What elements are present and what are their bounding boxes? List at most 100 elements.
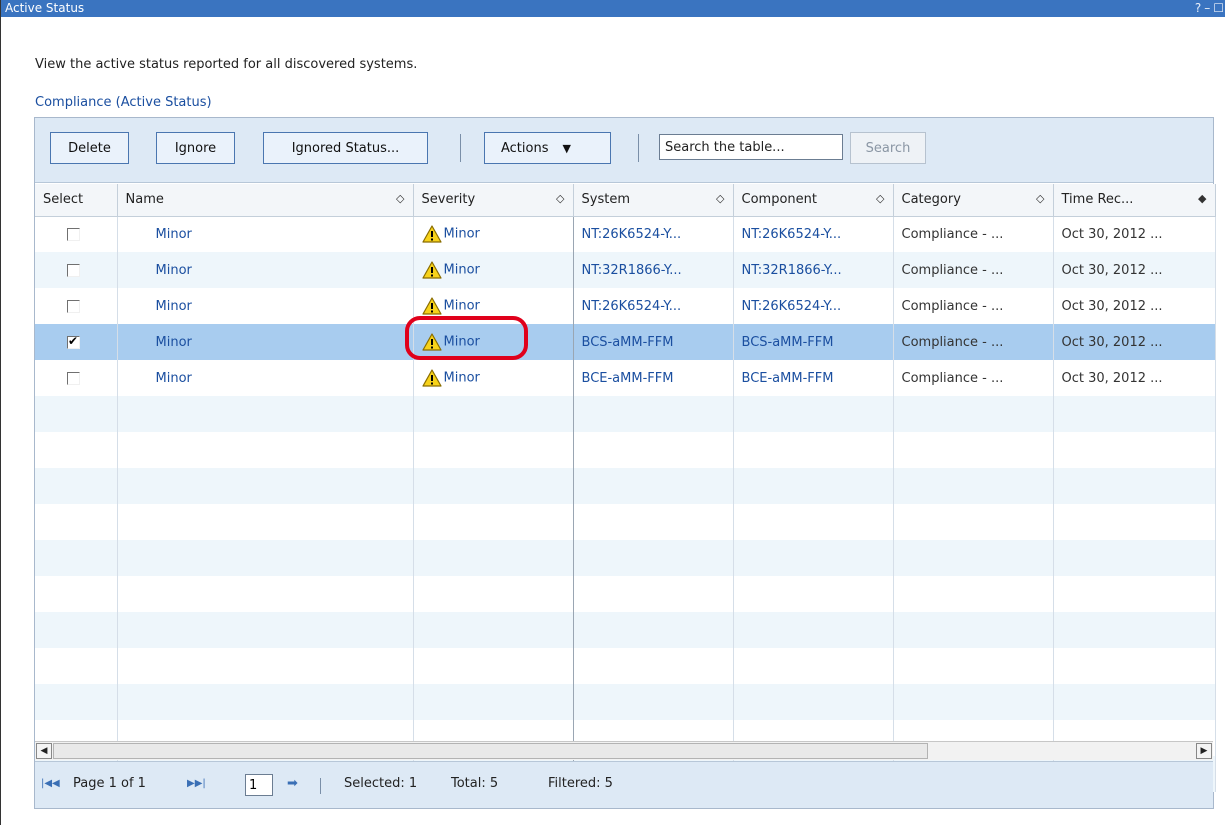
warning-triangle-icon: [421, 225, 442, 243]
column-header-system[interactable]: System ◇: [573, 184, 734, 217]
page-number-input[interactable]: [245, 774, 273, 796]
column-header-name[interactable]: Name ◇: [117, 184, 414, 217]
empty-cell: [413, 468, 574, 504]
empty-cell: [35, 396, 118, 432]
category-cell: Compliance - ...: [893, 324, 1054, 360]
component-cell[interactable]: BCS-aMM-FFM: [733, 324, 894, 360]
row-checkbox[interactable]: [67, 371, 80, 385]
empty-cell: [1053, 576, 1216, 612]
empty-cell: [893, 396, 1054, 432]
empty-cell: [733, 612, 894, 648]
maximize-icon[interactable]: ☐: [1213, 0, 1224, 17]
component-cell[interactable]: NT:26K6524-Y...: [733, 288, 894, 324]
severity-label[interactable]: Minor: [444, 299, 480, 314]
status-table-panel: Delete Ignore Ignored Status... Actions …: [34, 117, 1216, 809]
sort-arrows-icon[interactable]: ◆: [1198, 192, 1206, 205]
window-titlebar: Active Status ? – ☐: [1, 0, 1225, 17]
empty-cell: [413, 576, 574, 612]
search-input[interactable]: [659, 134, 843, 160]
select-cell: [35, 288, 118, 324]
column-header-select[interactable]: Select: [35, 184, 118, 217]
empty-cell: [413, 396, 574, 432]
empty-cell: [893, 504, 1054, 540]
column-header-time-received[interactable]: Time Rec... ◆: [1053, 184, 1216, 217]
row-checkbox[interactable]: [67, 263, 80, 277]
table-row[interactable]: Minor Minor NT:26K6524-Y... NT:26K6524-Y...…: [35, 288, 1216, 324]
component-cell[interactable]: NT:26K6524-Y...: [733, 216, 894, 252]
empty-cell: [733, 576, 894, 612]
ignored-status-button[interactable]: Ignored Status...: [263, 132, 428, 164]
go-to-page-icon[interactable]: ➡: [287, 776, 298, 791]
search-button[interactable]: Search: [850, 132, 926, 164]
first-page-icon[interactable]: |◀◀: [41, 778, 60, 789]
empty-cell: [1053, 648, 1216, 684]
severity-cell[interactable]: Minor: [413, 216, 574, 252]
page-indicator: Page 1 of 1: [73, 776, 146, 791]
sort-arrows-icon[interactable]: ◇: [876, 192, 884, 205]
empty-cell: [117, 432, 414, 468]
empty-cell: [573, 540, 734, 576]
name-cell[interactable]: Minor: [117, 360, 414, 396]
table-row[interactable]: MinorMinorBCS-aMM-FFMBCS-aMM-FFMComplian…: [35, 324, 1216, 360]
severity-cell[interactable]: Minor: [413, 288, 574, 324]
empty-cell: [35, 432, 118, 468]
component-cell[interactable]: NT:32R1866-Y...: [733, 252, 894, 288]
toolbar-separator: [638, 134, 639, 162]
empty-cell: [573, 648, 734, 684]
empty-cell: [573, 468, 734, 504]
empty-cell: [117, 540, 414, 576]
delete-button[interactable]: Delete: [50, 132, 129, 164]
row-checkbox[interactable]: [67, 227, 80, 241]
ignore-button[interactable]: Ignore: [156, 132, 235, 164]
severity-label[interactable]: Minor: [444, 371, 480, 386]
system-cell[interactable]: NT:26K6524-Y...: [573, 288, 734, 324]
scroll-right-icon[interactable]: ▶: [1196, 743, 1212, 759]
sort-arrows-icon[interactable]: ◇: [716, 192, 724, 205]
scrollbar-thumb[interactable]: [53, 743, 928, 759]
column-header-severity[interactable]: Severity ◇: [413, 184, 574, 217]
minimize-icon[interactable]: –: [1204, 0, 1210, 17]
name-cell[interactable]: Minor: [117, 252, 414, 288]
system-cell[interactable]: NT:32R1866-Y...: [573, 252, 734, 288]
empty-cell: [117, 648, 414, 684]
actions-dropdown[interactable]: Actions ▼: [484, 132, 611, 164]
column-header-category[interactable]: Category ◇: [893, 184, 1054, 217]
column-header-component[interactable]: Component ◇: [733, 184, 894, 217]
name-cell[interactable]: Minor: [117, 324, 414, 360]
empty-table-row: [35, 468, 1216, 504]
severity-label[interactable]: Minor: [444, 227, 480, 242]
system-cell[interactable]: BCS-aMM-FFM: [573, 324, 734, 360]
empty-cell: [733, 648, 894, 684]
table-row[interactable]: Minor Minor NT:32R1866-Y... NT:32R1866-Y...…: [35, 252, 1216, 288]
horizontal-scrollbar[interactable]: ◀ ▶: [35, 741, 1213, 760]
system-cell[interactable]: BCE-aMM-FFM: [573, 360, 734, 396]
category-cell: Compliance - ...: [893, 360, 1054, 396]
sort-arrows-icon[interactable]: ◇: [556, 192, 564, 205]
last-page-icon[interactable]: ▶▶|: [187, 778, 206, 789]
sort-arrows-icon[interactable]: ◇: [396, 192, 404, 205]
severity-label[interactable]: Minor: [444, 335, 480, 350]
empty-cell: [733, 504, 894, 540]
severity-cell[interactable]: Minor: [413, 252, 574, 288]
row-checkbox[interactable]: [67, 299, 80, 313]
empty-cell: [1053, 612, 1216, 648]
name-cell[interactable]: Minor: [117, 288, 414, 324]
severity-cell[interactable]: Minor: [413, 324, 574, 360]
table-header-row: Select Name ◇ Severity ◇ System ◇ Component…: [35, 184, 1216, 217]
component-cell[interactable]: BCE-aMM-FFM: [733, 360, 894, 396]
row-checkbox[interactable]: [67, 334, 80, 349]
severity-label[interactable]: Minor: [444, 263, 480, 278]
scroll-left-icon[interactable]: ◀: [36, 743, 52, 759]
empty-cell: [35, 540, 118, 576]
empty-cell: [893, 684, 1054, 720]
sort-arrows-icon[interactable]: ◇: [1036, 192, 1044, 205]
table-row[interactable]: Minor Minor BCE-aMM-FFM BCE-aMM-FFM Complian…: [35, 360, 1216, 396]
empty-cell: [117, 396, 414, 432]
table-row[interactable]: Minor Minor NT:26K6524-Y... NT:26K6524-Y...…: [35, 216, 1216, 252]
empty-table-row: [35, 396, 1216, 432]
name-cell[interactable]: Minor: [117, 216, 414, 252]
help-icon[interactable]: ?: [1195, 0, 1201, 17]
system-cell[interactable]: NT:26K6524-Y...: [573, 216, 734, 252]
severity-cell[interactable]: Minor: [413, 360, 574, 396]
compliance-section-link[interactable]: Compliance (Active Status): [35, 95, 212, 110]
